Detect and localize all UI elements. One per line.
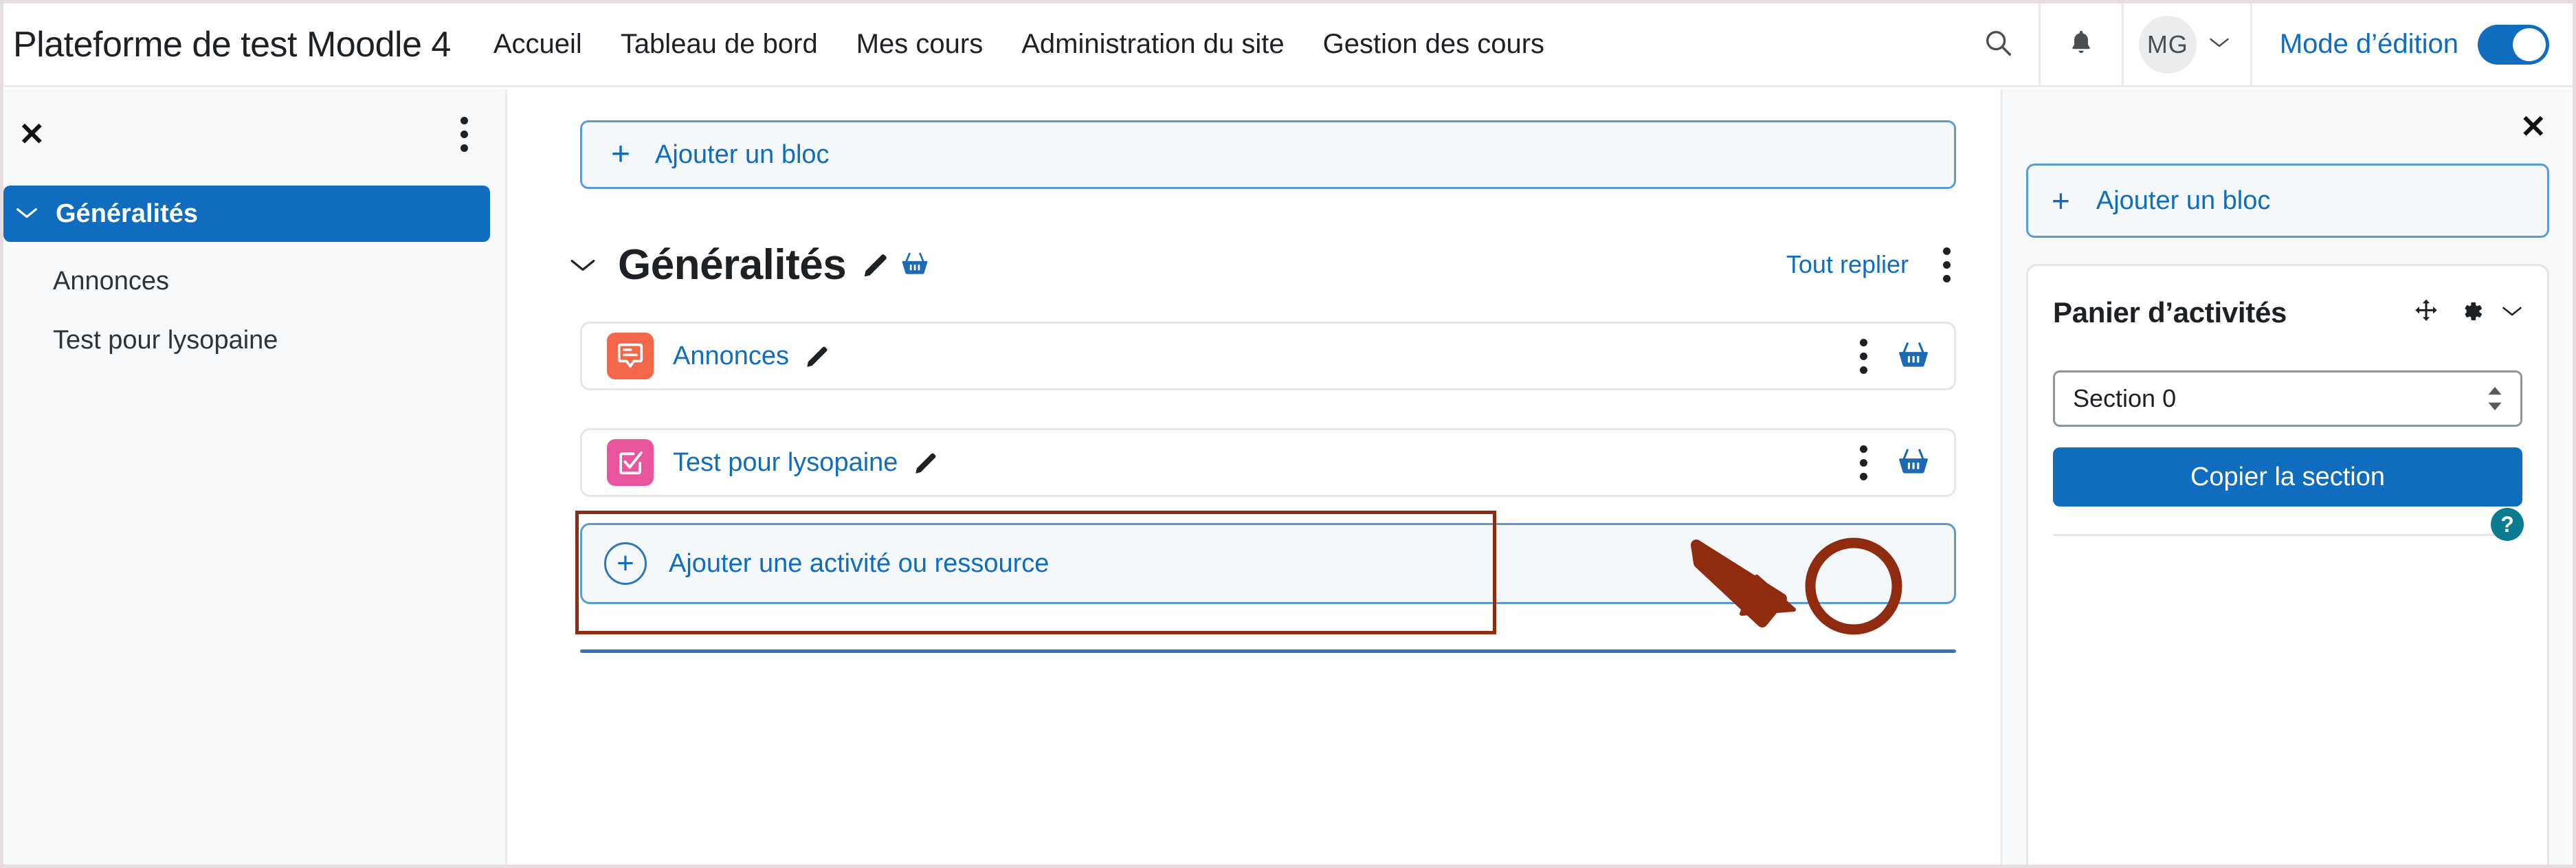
search-icon [1982, 27, 2014, 62]
block-header-actions [2412, 297, 2522, 329]
close-icon[interactable]: ✕ [2520, 111, 2546, 142]
kebab-menu-icon[interactable] [1937, 242, 1956, 288]
pencil-icon[interactable] [913, 449, 940, 476]
select-arrows-icon [2486, 386, 2504, 412]
site-brand: Plateforme de test Moodle 4 [13, 24, 451, 65]
chevron-down-icon[interactable] [570, 251, 596, 278]
forum-icon [607, 333, 654, 379]
add-block-button-top[interactable]: + Ajouter un bloc [580, 120, 1956, 189]
collapse-all-link[interactable]: Tout replier [1786, 250, 1909, 279]
nav-gestion-des-cours[interactable]: Gestion des cours [1323, 29, 1544, 60]
sidebar-item-label: Annonces [53, 266, 170, 296]
section-divider [580, 649, 1956, 653]
plus-icon: + [611, 136, 631, 173]
section-select[interactable]: Section 0 [2053, 370, 2522, 427]
block-drawer: ✕ + Ajouter un bloc Panier d’activités S… [2001, 89, 2573, 865]
chevron-down-icon [16, 203, 38, 224]
course-index-header: ✕ [3, 89, 505, 179]
header-actions: MG Mode d’édition [1957, 3, 2573, 87]
add-activity-label: Ajouter une activité ou ressource [669, 548, 1050, 578]
section-header: Généralités Tout replier [570, 234, 1956, 296]
question-mark-icon[interactable]: ? [2491, 508, 2524, 541]
block-header: Panier d’activités [2053, 288, 2522, 337]
gear-icon[interactable] [2456, 297, 2485, 329]
activity-name-link[interactable]: Annonces [673, 342, 789, 371]
edit-mode-switch[interactable] [2478, 24, 2549, 65]
block-title: Panier d’activités [2053, 296, 2287, 329]
site-header: Plateforme de test Moodle 4 Accueil Tabl… [3, 3, 2573, 87]
sidebar-item-generalites[interactable]: Généralités [3, 186, 490, 242]
avatar: MG [2138, 15, 2197, 74]
sidebar-item-test-pour-lysopaine[interactable]: Test pour lysopaine [3, 311, 505, 370]
nav-tableau-de-bord[interactable]: Tableau de bord [621, 29, 818, 60]
add-block-button-drawer[interactable]: + Ajouter un bloc [2026, 164, 2549, 238]
activity-actions [1854, 333, 1931, 379]
sidebar-item-label: Test pour lysopaine [53, 325, 278, 355]
nav-accueil[interactable]: Accueil [493, 29, 582, 60]
activity-actions [1854, 440, 1931, 486]
sidebar-item-label: Généralités [56, 199, 198, 228]
course-content: + Ajouter un bloc Généralités Tout repli… [509, 89, 1999, 865]
activity-item-annonces[interactable]: Annonces [580, 322, 1956, 390]
activity-item-test-pour-lysopaine[interactable]: Test pour lysopaine [580, 428, 1956, 497]
move-arrows-icon[interactable] [2412, 298, 2440, 329]
add-block-label: Ajouter un bloc [2096, 186, 2271, 215]
edit-mode-toggle[interactable]: Mode d’édition [2252, 24, 2573, 65]
basket-icon[interactable] [1896, 339, 1931, 373]
chevron-down-icon [2209, 36, 2230, 53]
section-header-actions: Tout replier [1786, 242, 1956, 288]
course-index-drawer: ✕ Généralités Annonces Test pour lysopai… [3, 89, 507, 865]
block-divider [2053, 534, 2522, 536]
notifications-button[interactable] [2041, 3, 2122, 87]
plus-circle-icon: + [604, 542, 647, 585]
edit-mode-label: Mode d’édition [2279, 29, 2458, 59]
bell-icon [2067, 27, 2096, 62]
activity-list: Annonces Test pour lysopaine [509, 322, 1999, 497]
moodle-course-page: Plateforme de test Moodle 4 Accueil Tabl… [0, 0, 2576, 868]
pencil-icon[interactable] [861, 249, 891, 280]
quiz-icon [607, 439, 654, 486]
nav-administration-du-site[interactable]: Administration du site [1021, 29, 1284, 60]
pencil-icon[interactable] [804, 342, 832, 370]
block-panier-activites: Panier d’activités Section 0 Copier la s… [2026, 264, 2549, 865]
kebab-menu-icon[interactable] [1854, 333, 1873, 379]
basket-icon[interactable] [1896, 445, 1931, 480]
add-activity-button[interactable]: + Ajouter une activité ou ressource [580, 523, 1956, 604]
add-block-label: Ajouter un bloc [655, 140, 830, 169]
copy-section-button[interactable]: Copier la section [2053, 447, 2522, 507]
close-icon[interactable]: ✕ [19, 118, 45, 150]
sidebar-item-annonces[interactable]: Annonces [3, 252, 505, 311]
user-menu[interactable]: MG [2124, 15, 2250, 74]
kebab-menu-icon[interactable] [455, 111, 474, 157]
kebab-menu-icon[interactable] [1854, 440, 1873, 486]
block-drawer-header: ✕ [2003, 89, 2573, 164]
plus-icon: + [2052, 183, 2070, 219]
page-title: Généralités [618, 241, 847, 289]
nav-mes-cours[interactable]: Mes cours [856, 29, 984, 60]
primary-navigation: Accueil Tableau de bord Mes cours Admini… [493, 29, 1544, 60]
chevron-down-icon[interactable] [2502, 304, 2522, 322]
activity-name-link[interactable]: Test pour lysopaine [673, 448, 898, 478]
basket-icon[interactable] [900, 249, 930, 280]
search-button[interactable] [1957, 3, 2039, 87]
copy-section-label: Copier la section [2190, 462, 2386, 491]
section-select-value: Section 0 [2073, 384, 2177, 412]
